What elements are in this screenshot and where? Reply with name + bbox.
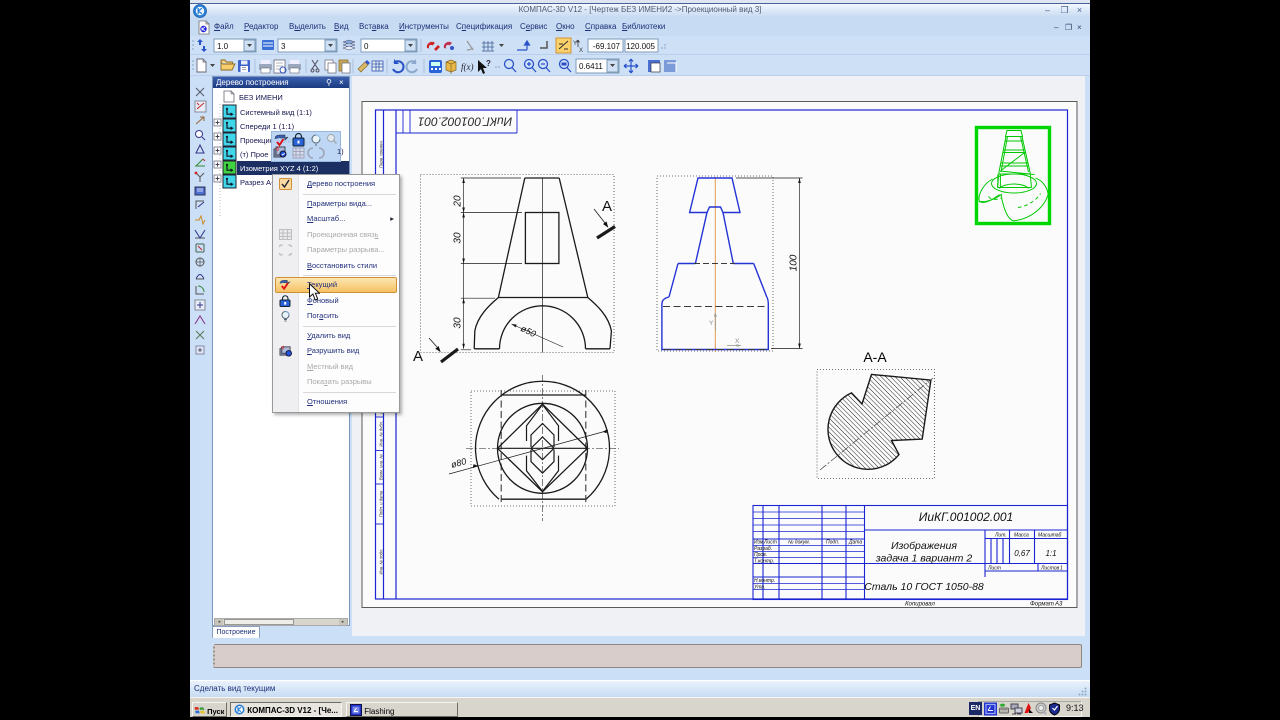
svg-text:Изометрия XYZ 4 (1:2): Изометрия XYZ 4 (1:2) xyxy=(240,164,319,173)
svg-text:Инв. № дубл.: Инв. № дубл. xyxy=(378,421,383,447)
svg-text:X: X xyxy=(735,338,740,345)
svg-text:1.0: 1.0 xyxy=(217,42,229,51)
svg-text:БЕЗ ИМЕНИ: БЕЗ ИМЕНИ xyxy=(239,93,283,102)
svg-text:Масса: Масса xyxy=(1014,533,1029,539)
svg-text:30: 30 xyxy=(452,232,463,244)
svg-text:А: А xyxy=(413,348,423,365)
svg-text:Подп. и дата: Подп. и дата xyxy=(378,490,383,517)
svg-text:Дата: Дата xyxy=(848,540,862,546)
svg-text:Н.контр.: Н.контр. xyxy=(754,578,775,584)
svg-text:Подп.: Подп. xyxy=(826,540,839,546)
svg-text:Лист: Лист xyxy=(763,540,777,546)
svg-text:ИиКГ.001002.001: ИиКГ.001002.001 xyxy=(418,115,512,129)
svg-text:0: 0 xyxy=(364,42,369,51)
svg-text:100: 100 xyxy=(789,254,800,271)
svg-text:Сталь 10 ГОСТ 1050-88: Сталь 10 ГОСТ 1050-88 xyxy=(864,581,984,593)
svg-text:Изображения: Изображения xyxy=(891,540,957,552)
svg-text:0.6411: 0.6411 xyxy=(579,62,603,71)
svg-text:Y: Y xyxy=(709,320,714,327)
svg-text:30: 30 xyxy=(452,317,463,329)
svg-text:1: 1 xyxy=(1060,566,1063,572)
svg-text:Листов: Листов xyxy=(1040,566,1060,572)
svg-text:0,67: 0,67 xyxy=(1014,549,1030,558)
svg-text:задача 1 вариант 2: задача 1 вариант 2 xyxy=(875,553,973,565)
svg-text:?: ? xyxy=(486,59,491,68)
svg-text:(т) Прое: (т) Прое xyxy=(240,150,268,159)
svg-text:Пров.: Пров. xyxy=(754,552,767,558)
svg-text:-69.107: -69.107 xyxy=(593,42,621,51)
svg-text:X: X xyxy=(579,48,583,54)
svg-text:Формат: Формат xyxy=(1030,602,1054,608)
svg-text:1:1: 1:1 xyxy=(1045,549,1056,558)
svg-text:Спереди 1 (1:1): Спереди 1 (1:1) xyxy=(240,122,295,131)
svg-text:ИиКГ.001002.001: ИиКГ.001002.001 xyxy=(919,510,1013,524)
svg-text:№ докум.: № докум. xyxy=(788,540,810,546)
svg-text:Масштаб: Масштаб xyxy=(1038,533,1062,539)
svg-text:Изм: Изм xyxy=(754,540,764,546)
svg-text:20: 20 xyxy=(452,195,463,208)
svg-text:А-А: А-А xyxy=(863,349,887,365)
svg-text:f(x): f(x) xyxy=(461,62,474,72)
svg-text:А: А xyxy=(602,198,612,215)
svg-text:Т.контр.: Т.контр. xyxy=(754,559,774,565)
svg-text:Перв. примен.: Перв. примен. xyxy=(378,140,383,168)
svg-text:120.005: 120.005 xyxy=(626,42,655,51)
svg-text:Системный вид (1:1): Системный вид (1:1) xyxy=(240,108,312,117)
svg-text:Копировал: Копировал xyxy=(905,602,935,608)
svg-text:Взам. инв. №: Взам. инв. № xyxy=(378,454,383,480)
svg-text:Лист: Лист xyxy=(987,566,1001,572)
svg-text:Утв.: Утв. xyxy=(754,585,765,591)
svg-text:А3: А3 xyxy=(1054,602,1063,608)
svg-text:Лит.: Лит. xyxy=(994,533,1007,539)
svg-text:3: 3 xyxy=(281,42,286,51)
svg-text:Инв. № подл.: Инв. № подл. xyxy=(378,549,383,575)
